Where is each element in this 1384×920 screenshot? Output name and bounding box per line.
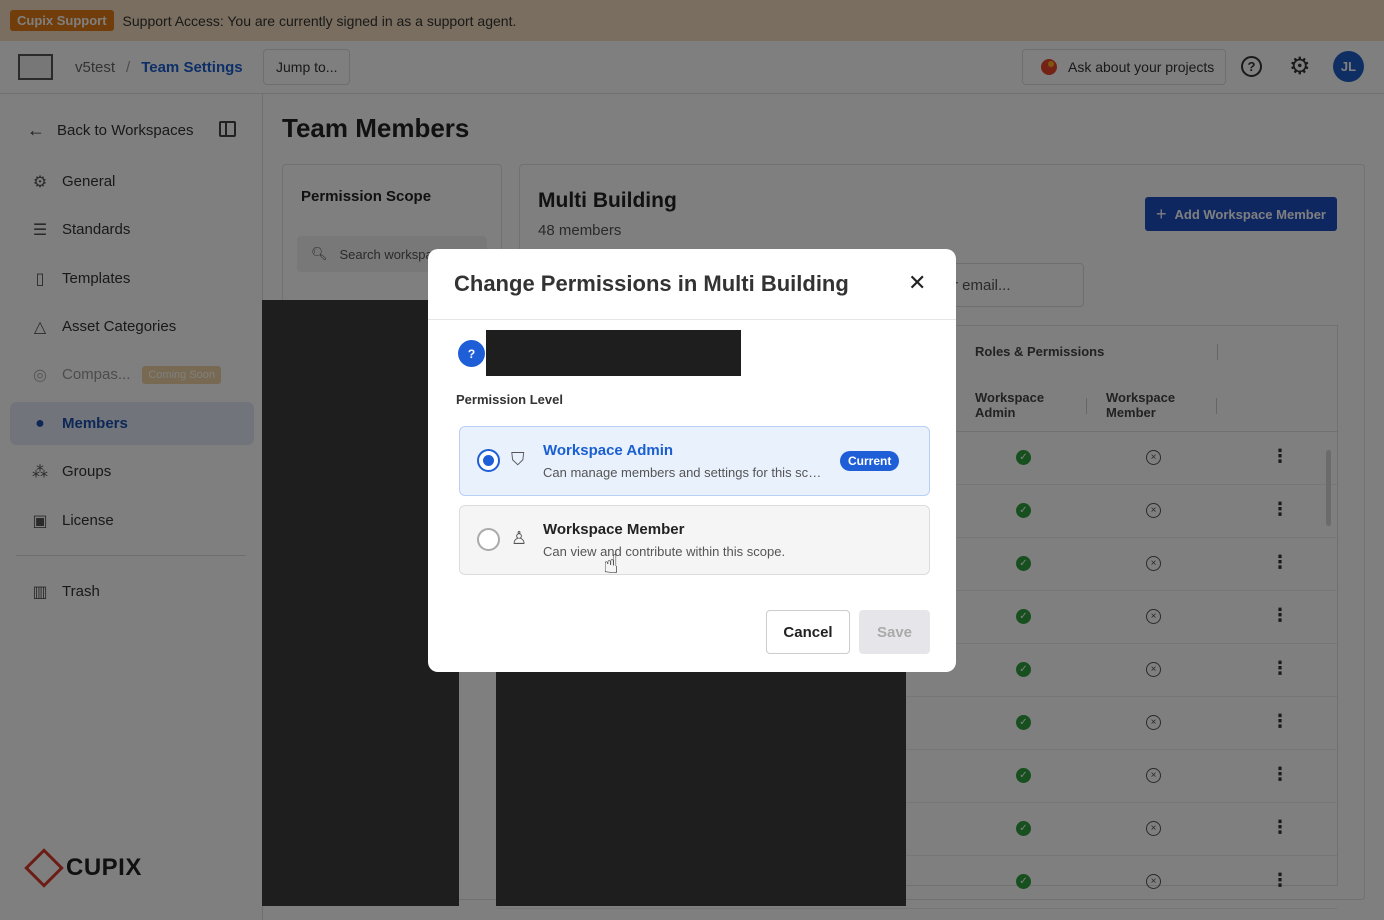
dialog-divider xyxy=(428,319,956,320)
radio-workspace-member[interactable] xyxy=(477,528,500,551)
hand-pointer-icon: ☝ xyxy=(603,549,619,579)
option-description: Can view and contribute within this scop… xyxy=(543,544,786,559)
dialog-title: Change Permissions in Multi Building xyxy=(454,271,849,296)
change-permissions-dialog: Change Permissions in Multi Building ✕ ?… xyxy=(428,249,956,672)
cancel-button[interactable]: Cancel xyxy=(766,610,850,654)
option-workspace-member[interactable]: ♙ Workspace Member Can view and contribu… xyxy=(459,505,930,575)
option-name: Workspace Admin xyxy=(543,442,674,459)
permission-level-label: Permission Level xyxy=(456,392,563,407)
user-avatar-icon: ? xyxy=(458,340,485,367)
redacted-user-name xyxy=(486,330,741,376)
save-button[interactable]: Save xyxy=(859,610,930,654)
person-outline-icon: ♙ xyxy=(511,528,528,548)
redacted-region xyxy=(496,665,906,906)
shield-user-icon: ⛉ xyxy=(511,449,525,469)
option-workspace-admin[interactable]: ⛉ Workspace Admin Can manage members and… xyxy=(459,426,930,496)
option-description: Can manage members and settings for this… xyxy=(543,465,823,480)
close-icon[interactable]: ✕ xyxy=(908,271,926,295)
current-badge: Current xyxy=(840,451,900,471)
radio-workspace-admin[interactable] xyxy=(477,449,500,472)
option-name: Workspace Member xyxy=(543,521,685,538)
